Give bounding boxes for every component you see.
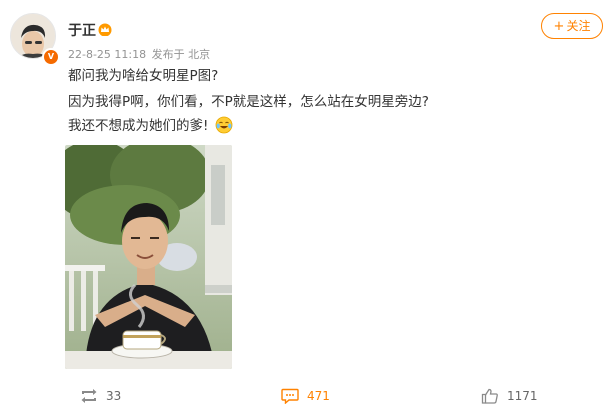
- post-source: 发布于 北京: [151, 48, 211, 61]
- photo-man-with-cup: [65, 145, 232, 369]
- comment-count: 471: [307, 389, 330, 403]
- weibo-post: V 于正 22-8-25 11:18 发布于 北京 + 关注 都问我为啥给女明星P…: [0, 0, 615, 418]
- like-count: 1171: [507, 389, 538, 403]
- repost-button[interactable]: 33: [80, 388, 121, 404]
- post-text-line-3: 我还不想成为她们的爹!: [68, 114, 233, 134]
- post-text-line-1: 都问我为啥给女明星P图?: [68, 68, 219, 84]
- repost-count: 33: [106, 389, 122, 403]
- follow-label: 关注: [566, 19, 591, 33]
- post-meta: 22-8-25 11:18 发布于 北京: [68, 46, 212, 62]
- comment-button[interactable]: 471: [281, 388, 330, 404]
- verified-badge: V: [42, 48, 60, 66]
- comment-icon: [281, 388, 299, 404]
- like-button[interactable]: 1171: [481, 388, 538, 404]
- crown-icon: [98, 23, 112, 36]
- post-text-line-2: 因为我得P啊，你们看，不P就是这样，怎么站在女明星旁边?: [68, 94, 429, 110]
- author-name[interactable]: 于正: [68, 20, 96, 40]
- plus-icon: +: [553, 19, 565, 34]
- post-photo[interactable]: [65, 145, 232, 369]
- laughing-tears-emoji: [215, 116, 233, 134]
- post-time[interactable]: 22-8-25 11:18: [68, 48, 146, 61]
- follow-button[interactable]: + 关注: [541, 13, 603, 39]
- repost-icon: [81, 389, 97, 403]
- post-text-line-3-text: 我还不想成为她们的爹!: [68, 118, 209, 134]
- thumbs-up-icon: [481, 388, 498, 404]
